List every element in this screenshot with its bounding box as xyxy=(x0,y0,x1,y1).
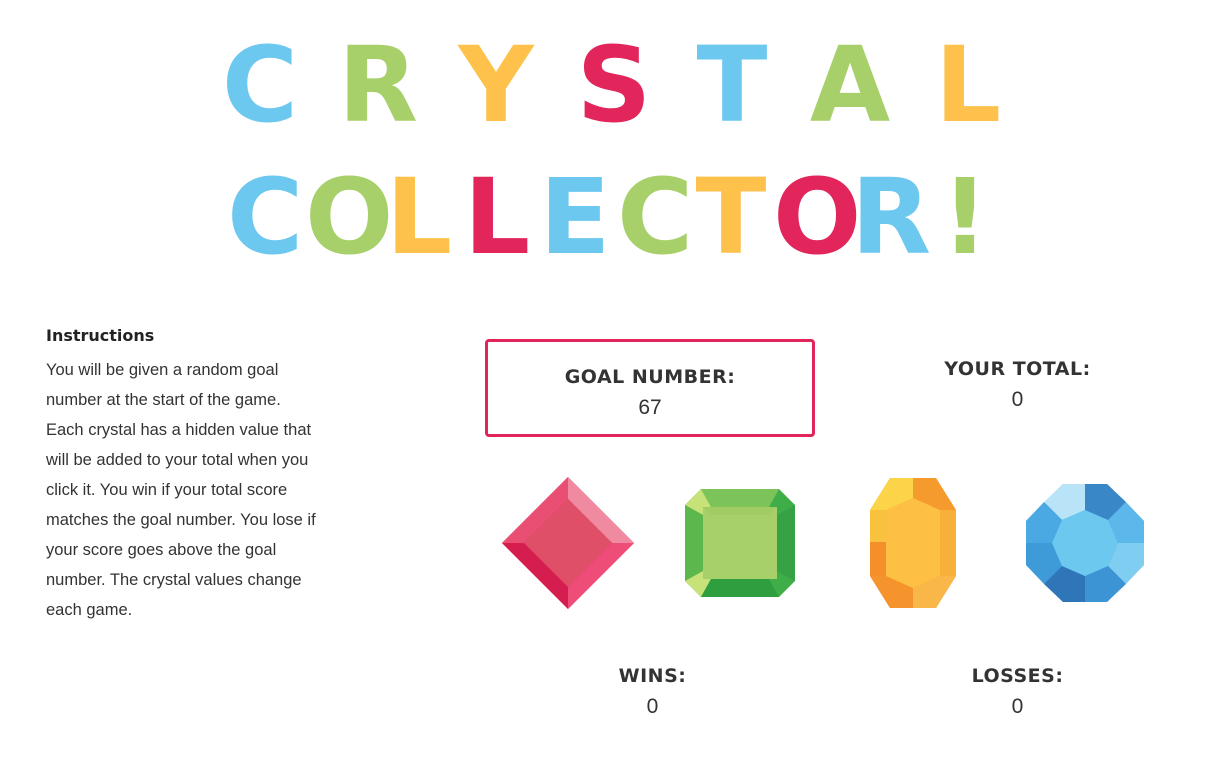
line1-letter-5: T xyxy=(696,24,768,146)
your-total-panel: YOUR TOTAL: 0 xyxy=(905,358,1130,412)
instructions-panel: Instructions You will be given a random … xyxy=(46,326,316,625)
line2-letter-7: T xyxy=(695,156,767,278)
line2-letter-6: C xyxy=(617,156,694,278)
line2-letter-9: R xyxy=(851,156,932,278)
wins-value: 0 xyxy=(646,695,659,718)
your-total-label: YOUR TOTAL: xyxy=(944,358,1091,380)
instructions-text: You will be given a random goal number a… xyxy=(46,361,316,619)
goal-number-label: GOAL NUMBER: xyxy=(564,366,736,388)
line1-letter-7: L xyxy=(934,24,1002,146)
line1-letter-4: S xyxy=(576,24,652,146)
wins-label: WINS: xyxy=(618,665,687,687)
line2-letter-8: O xyxy=(773,156,862,278)
line2-letter-5: E xyxy=(539,156,611,278)
title-line-2: C O L L E C T O R! xyxy=(0,156,1228,278)
goal-number-box: GOAL NUMBER: 67 xyxy=(485,339,815,437)
losses-panel: LOSSES: 0 xyxy=(905,665,1130,719)
line2-letter-1: C xyxy=(227,156,304,278)
red-crystal[interactable] xyxy=(500,475,636,611)
yellow-crystal[interactable] xyxy=(868,476,958,610)
line2-letter-10: ! xyxy=(941,156,989,278)
green-crystal[interactable] xyxy=(683,487,797,599)
losses-value: 0 xyxy=(1011,695,1024,718)
line1-letter-2: R xyxy=(337,24,419,146)
line1-letter-3: Y xyxy=(458,24,534,146)
line2-letter-3: L xyxy=(385,156,453,278)
line1-letter-1: C xyxy=(221,24,299,146)
instructions-heading: Instructions xyxy=(46,326,155,345)
losses-label: LOSSES: xyxy=(971,665,1064,687)
your-total-value: 0 xyxy=(1011,388,1024,411)
title-line-1: CRYSTAL xyxy=(0,24,1228,146)
line2-letter-2: O xyxy=(305,156,394,278)
goal-number-value: 67 xyxy=(638,396,662,419)
line2-letter-4: L xyxy=(463,156,531,278)
wins-panel: WINS: 0 xyxy=(560,665,745,719)
blue-crystal[interactable] xyxy=(1024,482,1146,604)
line1-letter-6: A xyxy=(809,24,891,146)
